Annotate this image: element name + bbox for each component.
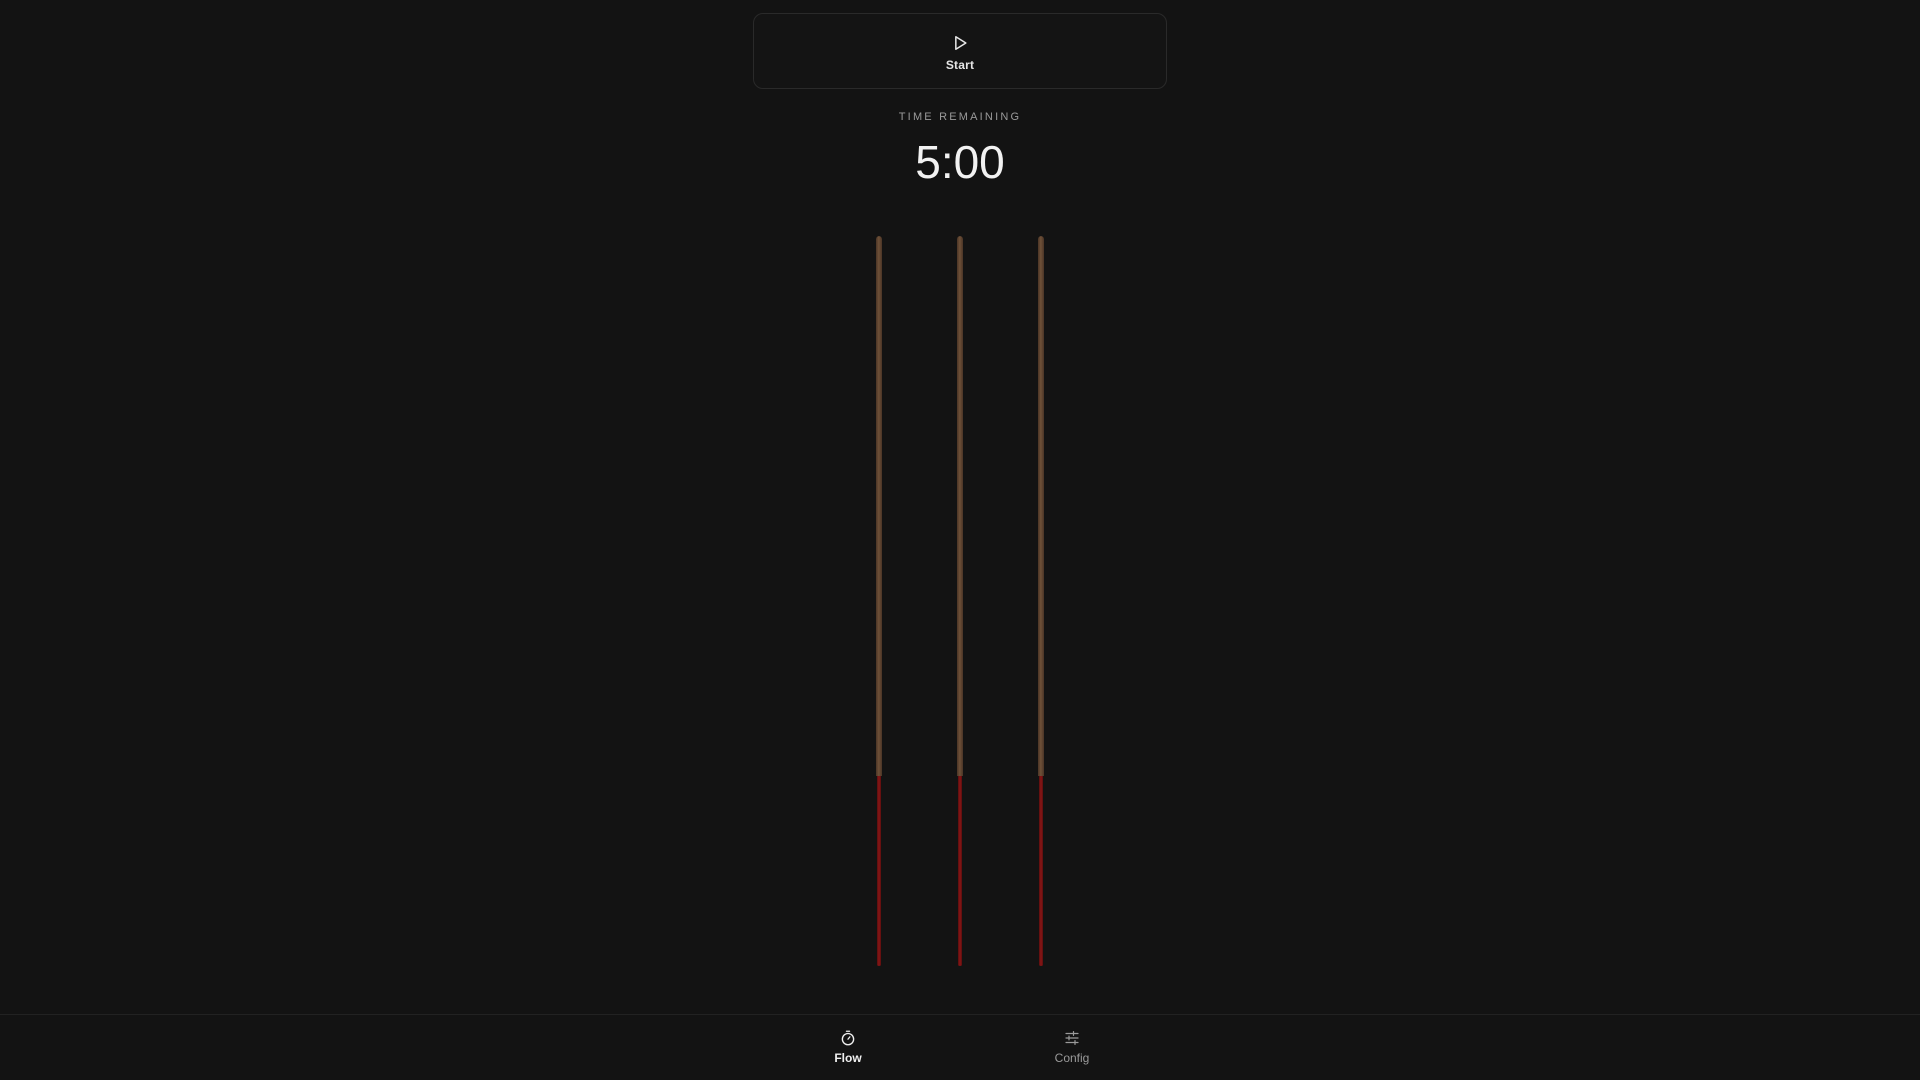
nav-item-flow[interactable]: Flow	[798, 1029, 898, 1065]
incense-stick-core	[958, 776, 962, 966]
time-remaining-caption: TIME REMAINING	[898, 111, 1022, 123]
app-root: Start TIME REMAINING 5:00 Flow Config	[0, 0, 1920, 1080]
time-remaining-value: 5:00	[915, 136, 1005, 188]
stopwatch-icon	[841, 1030, 855, 1046]
play-icon	[955, 35, 967, 50]
nav-item-label: Config	[1054, 1051, 1090, 1065]
start-button[interactable]: Start	[753, 13, 1167, 89]
start-button-label: Start	[945, 57, 975, 72]
incense-stick	[957, 236, 963, 966]
nav-item-config[interactable]: Config	[1022, 1029, 1122, 1065]
incense-stick-body	[876, 236, 882, 776]
incense-stick-body	[1038, 236, 1044, 776]
nav-item-label: Flow	[834, 1051, 862, 1065]
incense-stick-core	[877, 776, 881, 966]
bottom-nav: Flow Config	[0, 1014, 1920, 1080]
incense-stick-core	[1039, 776, 1043, 966]
incense-stick-body	[957, 236, 963, 776]
sliders-icon	[1065, 1031, 1079, 1045]
incense-stick	[1038, 236, 1044, 966]
incense-stick	[876, 236, 882, 966]
